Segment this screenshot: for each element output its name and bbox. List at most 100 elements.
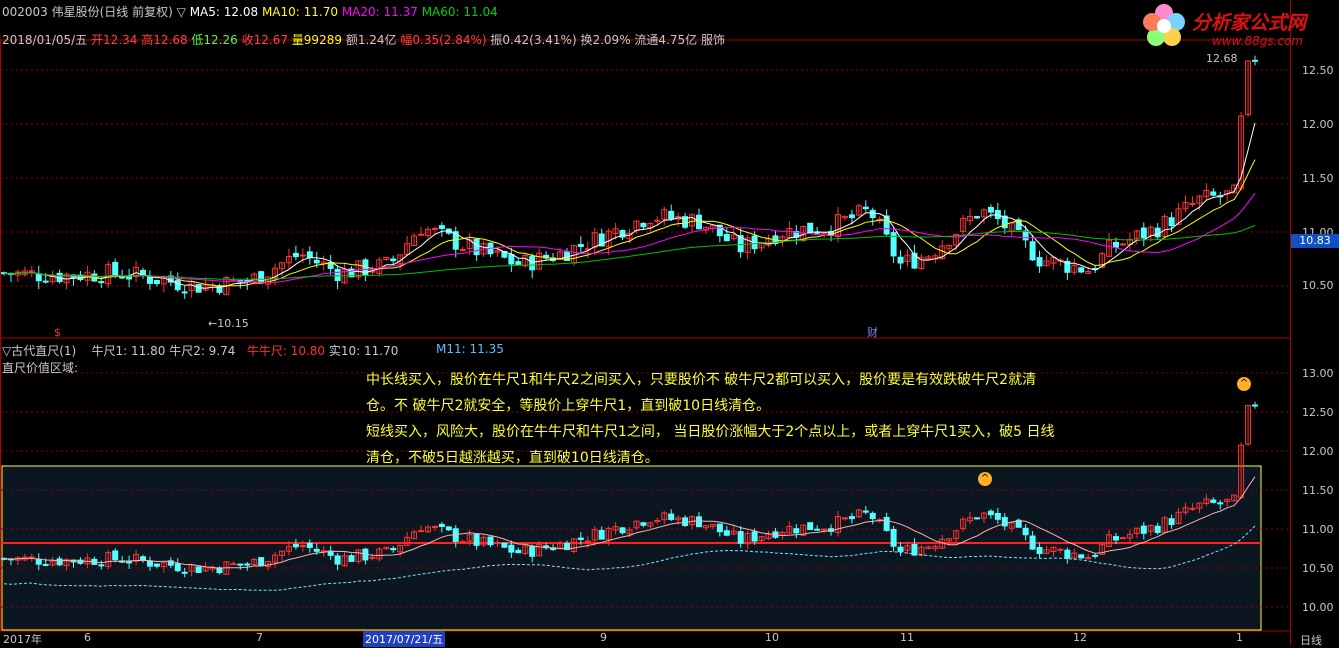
candle-body — [1168, 518, 1175, 525]
candle-body — [35, 273, 42, 282]
time-label-nov: 11 — [900, 631, 914, 644]
candle-body — [418, 233, 424, 236]
candle-body — [1036, 546, 1043, 555]
candle-body — [515, 549, 522, 554]
ind-tick-1050: 10.50 — [1302, 562, 1334, 575]
candle-body — [313, 548, 320, 552]
ind-tick-1100: 11.00 — [1302, 523, 1334, 536]
candle-body — [258, 271, 265, 284]
candle-body — [56, 558, 63, 566]
candle-body — [807, 522, 814, 531]
candle-body — [716, 523, 723, 533]
candle-body — [1119, 537, 1126, 540]
candle-body — [1140, 525, 1147, 534]
candle-body — [459, 541, 466, 544]
candle-body — [723, 233, 730, 242]
candle-body — [306, 251, 313, 258]
quote-amplitude: 振0.42(3.41%) — [490, 33, 577, 47]
candle-body — [174, 279, 181, 291]
period-label[interactable]: 日线 — [1300, 632, 1322, 648]
candle-body — [723, 530, 730, 536]
candle-body — [974, 517, 980, 520]
candle-body — [1113, 242, 1119, 248]
candle-body — [153, 563, 160, 567]
time-label-sep: 9 — [600, 631, 607, 644]
candle-body — [869, 512, 876, 520]
dividend-marker[interactable]: $ — [54, 326, 61, 339]
ind-tick-1000: 10.00 — [1302, 601, 1334, 614]
annotation-line-4: 清仓，不破5日越涨越买，直到破10日线清仓。 — [366, 450, 659, 466]
candle-body — [369, 556, 376, 559]
candle-body — [987, 206, 994, 213]
candle-body — [841, 517, 848, 520]
time-label-jan: 1 — [1236, 631, 1243, 644]
candle-body — [501, 542, 508, 548]
candle-body — [577, 537, 584, 540]
ma20-value: MA20: 11.37 — [341, 5, 418, 19]
candle-body — [682, 517, 689, 527]
ma10-value: MA10: 11.70 — [261, 5, 338, 19]
candle-body — [848, 214, 855, 219]
candle-body — [112, 550, 119, 561]
candle-body — [98, 564, 105, 567]
candle-body — [1057, 548, 1064, 551]
ind-tick-1250: 12.50 — [1302, 406, 1334, 419]
candle-body — [244, 563, 251, 566]
candle-body — [35, 558, 42, 565]
bull-ruler-value: 牛牛尺: 10.80 — [246, 344, 326, 358]
left-arrow-icon: ← — [208, 317, 218, 330]
candle-body — [654, 520, 661, 523]
current-price-tag: 10.83 — [1291, 234, 1339, 248]
candle-body — [1064, 549, 1071, 559]
indicator-header: ▽古代直尺(1) 牛尺1: 11.80 牛尺2: 9.74 牛牛尺: 10.80… — [2, 342, 398, 359]
indicator-name[interactable]: ▽古代直尺(1) — [2, 344, 76, 358]
finance-event-marker[interactable]: 财 — [867, 324, 878, 340]
quote-turnover: 换2.09% — [580, 33, 631, 47]
ind-tick-1200: 12.00 — [1302, 445, 1334, 458]
value-zone-box — [1, 465, 1262, 631]
site-logo[interactable]: 分析家公式网 www.88gs.com — [1140, 2, 1335, 52]
annotation-line-2: 仓。不 破牛尺2就安全，等股价上穿牛尺1，直到破10日线清仓。 — [366, 398, 771, 414]
candle-body — [598, 529, 605, 540]
candle-body — [42, 563, 49, 566]
low-price-marker: ←10.15 — [208, 317, 249, 330]
candle-body — [640, 522, 647, 526]
candle-body — [299, 545, 306, 548]
candle-body — [174, 563, 181, 572]
flower-logo-icon — [1143, 4, 1185, 46]
candle-body — [869, 209, 876, 219]
chart-canvas — [0, 0, 1291, 645]
candle-body — [807, 222, 814, 234]
candle-body — [181, 291, 188, 294]
time-label-oct: 10 — [765, 631, 779, 644]
candle-body — [473, 533, 480, 546]
quote-open: 开12.34 — [91, 33, 138, 47]
candle-body — [862, 206, 869, 210]
candle-body — [529, 546, 536, 557]
candle-body — [230, 563, 237, 566]
quote-high: 高12.68 — [141, 33, 188, 47]
candle-body — [1119, 243, 1126, 246]
candle-body — [793, 528, 800, 534]
candle-body — [348, 555, 355, 562]
candle-body — [195, 566, 202, 573]
candle-body — [237, 563, 244, 566]
ind-tick-1300: 13.00 — [1302, 367, 1334, 380]
candle-body — [897, 256, 904, 264]
candle-body — [848, 516, 855, 520]
quote-industry: 服饰 — [700, 33, 725, 47]
candle-body — [584, 540, 591, 543]
candle-body — [438, 523, 445, 527]
candle-body — [668, 513, 675, 520]
stock-title: 002003 伟星股份(日线 前复权) — [2, 5, 173, 19]
ma-toggle-icon[interactable]: ▽ — [177, 5, 186, 19]
candle-body — [515, 261, 522, 266]
quote-date: 2018/01/05/五 — [2, 33, 88, 47]
main-tick-1150: 11.50 — [1302, 172, 1334, 185]
candle-body — [487, 536, 494, 546]
time-label-jun: 6 — [84, 631, 91, 644]
zone-label: 直尺价值区域: — [2, 361, 79, 375]
candle-body — [459, 248, 466, 251]
ma5-line — [3, 122, 1256, 289]
candle-body — [1252, 59, 1258, 62]
